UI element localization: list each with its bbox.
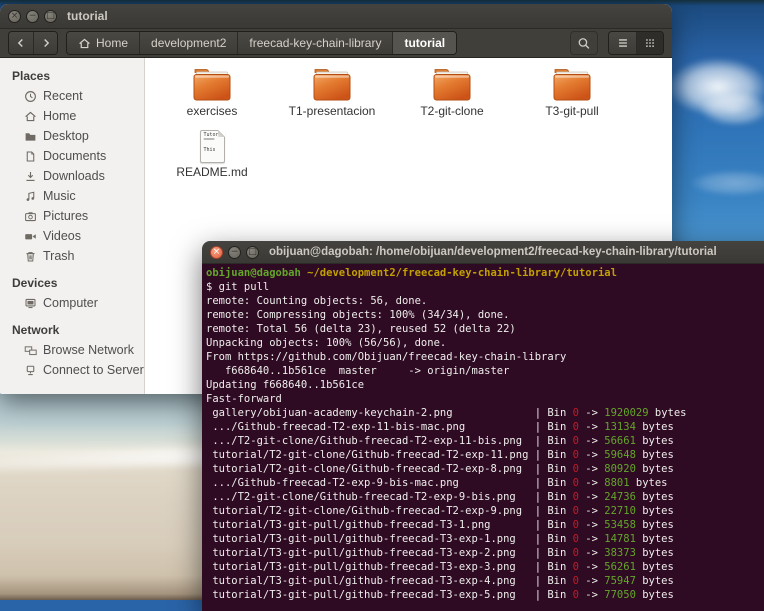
view-toggle-group xyxy=(608,31,664,55)
sidebar-item-label: Downloads xyxy=(43,169,105,183)
sidebar-item-trash[interactable]: Trash xyxy=(0,246,144,266)
minimize-icon[interactable]: − xyxy=(26,10,39,23)
places-sidebar: Places Recent Home Desktop Documents Download… xyxy=(0,58,145,394)
search-button[interactable] xyxy=(570,31,598,55)
item-label: exercises xyxy=(187,104,238,118)
terminal-titlebar[interactable]: × − □ obijuan@dagobah: /home/obijuan/dev… xyxy=(202,241,764,264)
cloud xyxy=(690,170,764,196)
list-view-button[interactable] xyxy=(609,32,636,54)
sidebar-item-label: Browse Network xyxy=(43,343,134,357)
sidebar-item-connect-to-server[interactable]: Connect to Server xyxy=(0,360,144,380)
breadcrumb-label: development2 xyxy=(151,36,226,50)
breadcrumb-label: Home xyxy=(96,36,128,50)
window-title: tutorial xyxy=(67,9,108,23)
sidebar-item-label: Home xyxy=(43,109,76,123)
item-label: README.md xyxy=(176,165,247,179)
folder-icon xyxy=(432,68,472,102)
music-icon xyxy=(24,190,37,203)
folder-t1-presentacion[interactable]: T1-presentacion xyxy=(272,68,392,118)
item-label: T3-git-pull xyxy=(545,104,598,118)
folder-t3-git-pull[interactable]: T3-git-pull xyxy=(512,68,632,118)
sidebar-item-recent[interactable]: Recent xyxy=(0,86,144,106)
breadcrumb-label: tutorial xyxy=(404,36,445,50)
sidebar-item-label: Desktop xyxy=(43,129,89,143)
folder-exercises[interactable]: exercises xyxy=(152,68,272,118)
grid-view-button[interactable] xyxy=(636,32,663,54)
terminal-output[interactable]: obijuan@dagobah ~/development2/freecad-k… xyxy=(202,264,764,611)
terminal-window: × − □ obijuan@dagobah: /home/obijuan/dev… xyxy=(202,241,764,611)
back-button[interactable] xyxy=(9,32,33,54)
terminal-title: obijuan@dagobah: /home/obijuan/developme… xyxy=(269,246,717,258)
folder-icon xyxy=(552,68,592,102)
pictures-icon xyxy=(24,210,37,223)
sidebar-item-label: Recent xyxy=(43,89,83,103)
connect-server-icon xyxy=(24,364,37,377)
document-icon: Tutor ===== This xyxy=(200,130,225,163)
toolbar-right xyxy=(570,31,664,55)
home-icon xyxy=(78,37,91,50)
sidebar-item-label: Computer xyxy=(43,296,98,310)
forward-button[interactable] xyxy=(33,32,57,54)
sidebar-section-network: Network xyxy=(0,320,144,340)
breadcrumb-freecad-key-chain-library[interactable]: freecad-key-chain-library xyxy=(237,32,392,54)
sidebar-item-music[interactable]: Music xyxy=(0,186,144,206)
sidebar-item-home[interactable]: Home xyxy=(0,106,144,126)
file-manager-titlebar[interactable]: × − □ tutorial xyxy=(0,4,672,29)
sidebar-item-computer[interactable]: Computer xyxy=(0,293,144,313)
desktop-icon xyxy=(24,130,37,143)
breadcrumb: Home development2 freecad-key-chain-librar… xyxy=(66,31,457,55)
item-label: T2-git-clone xyxy=(420,104,483,118)
sidebar-item-videos[interactable]: Videos xyxy=(0,226,144,246)
close-icon[interactable]: × xyxy=(8,10,21,23)
sidebar-item-label: Videos xyxy=(43,229,81,243)
documents-icon xyxy=(24,150,37,163)
breadcrumb-home[interactable]: Home xyxy=(67,32,139,54)
sidebar-item-documents[interactable]: Documents xyxy=(0,146,144,166)
close-icon[interactable]: × xyxy=(210,246,223,259)
breadcrumb-tutorial[interactable]: tutorial xyxy=(392,32,456,54)
browse-network-icon xyxy=(24,344,37,357)
videos-icon xyxy=(24,230,37,243)
sidebar-section-devices: Devices xyxy=(0,273,144,293)
sidebar-item-label: Documents xyxy=(43,149,106,163)
window-controls: × − □ xyxy=(202,246,265,259)
computer-icon xyxy=(24,297,37,310)
breadcrumb-development2[interactable]: development2 xyxy=(139,32,237,54)
item-label: T1-presentacion xyxy=(289,104,376,118)
sidebar-item-pictures[interactable]: Pictures xyxy=(0,206,144,226)
sidebar-item-label: Trash xyxy=(43,249,75,263)
breadcrumb-label: freecad-key-chain-library xyxy=(249,36,381,50)
file-readme-md[interactable]: Tutor ===== This README.md xyxy=(152,130,272,179)
recent-icon xyxy=(24,90,37,103)
minimize-icon[interactable]: − xyxy=(228,246,241,259)
sidebar-item-downloads[interactable]: Downloads xyxy=(0,166,144,186)
nav-button-group xyxy=(8,31,58,55)
folder-icon xyxy=(312,68,352,102)
maximize-icon[interactable]: □ xyxy=(44,10,57,23)
folder-t2-git-clone[interactable]: T2-git-clone xyxy=(392,68,512,118)
sidebar-section-places: Places xyxy=(0,66,144,86)
folder-icon xyxy=(192,68,232,102)
sidebar-item-label: Pictures xyxy=(43,209,88,223)
sidebar-item-desktop[interactable]: Desktop xyxy=(0,126,144,146)
window-controls: × − □ xyxy=(0,10,63,23)
home-icon xyxy=(24,110,37,123)
cloud xyxy=(700,92,764,126)
file-manager-toolbar: Home development2 freecad-key-chain-librar… xyxy=(0,29,672,58)
sidebar-item-label: Music xyxy=(43,189,76,203)
downloads-icon xyxy=(24,170,37,183)
sidebar-item-label: Connect to Server xyxy=(43,363,144,377)
sidebar-item-browse-network[interactable]: Browse Network xyxy=(0,340,144,360)
trash-icon xyxy=(24,250,37,263)
maximize-icon[interactable]: □ xyxy=(246,246,259,259)
